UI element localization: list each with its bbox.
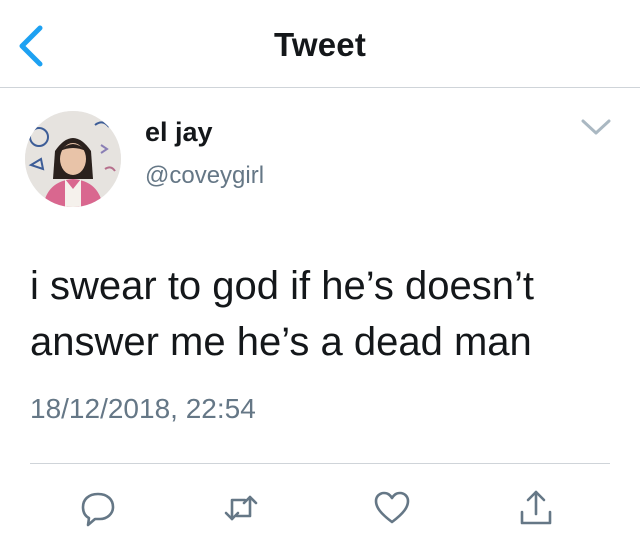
like-button[interactable] bbox=[372, 486, 412, 530]
reply-icon bbox=[81, 492, 115, 527]
tweet-text: i swear to god if he’s doesn’t answer me… bbox=[30, 258, 620, 370]
chevron-down-icon bbox=[581, 119, 611, 135]
share-button[interactable] bbox=[516, 486, 556, 530]
tweet-text-line: answer me he’s a dead man bbox=[30, 320, 532, 364]
reply-button[interactable] bbox=[78, 486, 118, 530]
page-title: Tweet bbox=[273, 26, 367, 63]
retweet-button[interactable] bbox=[221, 486, 261, 530]
tweet-menu-button[interactable] bbox=[578, 113, 614, 141]
tweet-text-line: i swear to god if he’s doesn’t bbox=[30, 264, 535, 308]
divider bbox=[30, 463, 610, 464]
navigation-bar: Tweet bbox=[0, 0, 640, 88]
profile-photo bbox=[25, 111, 121, 207]
retweet-icon bbox=[224, 495, 258, 521]
share-icon bbox=[520, 490, 552, 525]
author-name[interactable]: el jay bbox=[145, 117, 213, 148]
avatar[interactable] bbox=[25, 111, 121, 207]
author-handle[interactable]: @coveygirl bbox=[145, 162, 264, 190]
tweet-timestamp: 18/12/2018, 22:54 bbox=[30, 393, 256, 424]
like-icon bbox=[374, 491, 410, 524]
